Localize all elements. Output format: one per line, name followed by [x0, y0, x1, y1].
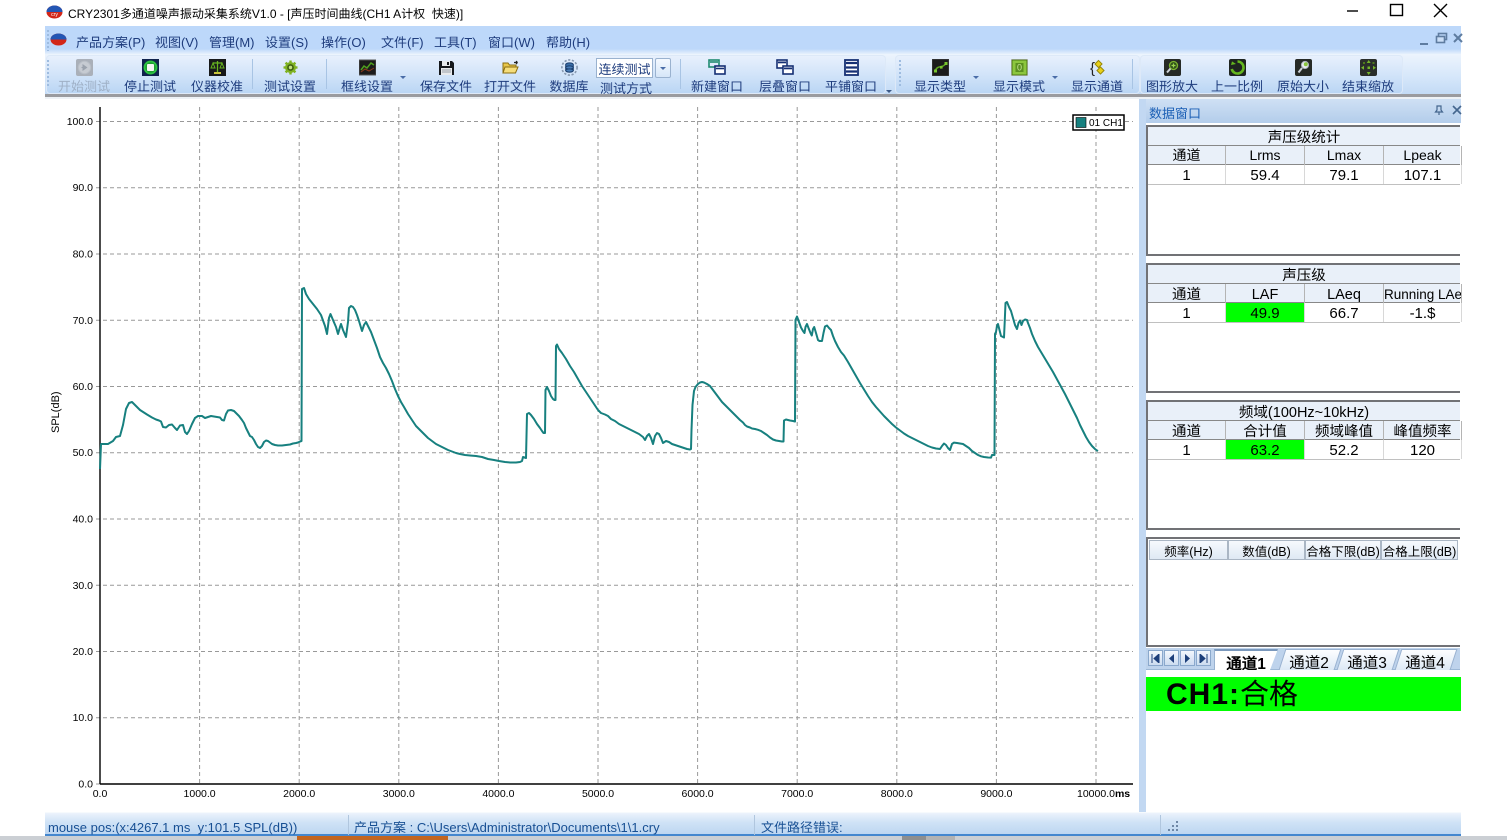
svg-text:0.0: 0.0 [93, 788, 108, 800]
svg-text:10000.0ms: 10000.0ms [1077, 788, 1130, 800]
svg-text:70.0: 70.0 [73, 315, 94, 327]
svg-text:1000.0: 1000.0 [184, 788, 216, 800]
svg-text:7000.0: 7000.0 [781, 788, 813, 800]
svg-text:10.0: 10.0 [73, 712, 94, 724]
svg-text:100.0: 100.0 [67, 116, 93, 128]
svg-text:50.0: 50.0 [73, 447, 94, 459]
svg-text:6000.0: 6000.0 [682, 788, 714, 800]
svg-text:60.0: 60.0 [73, 381, 94, 393]
svg-text:{: { [1090, 60, 1095, 76]
svg-text:SPL(dB): SPL(dB) [50, 391, 62, 433]
svg-text:30.0: 30.0 [73, 580, 94, 592]
svg-text:0.0: 0.0 [78, 779, 93, 791]
svg-text:90.0: 90.0 [73, 182, 94, 194]
svg-text:80.0: 80.0 [73, 249, 94, 261]
svg-text:9000.0: 9000.0 [980, 788, 1012, 800]
svg-text:2000.0: 2000.0 [283, 788, 315, 800]
svg-text:4000.0: 4000.0 [482, 788, 514, 800]
svg-text:01 CH1: 01 CH1 [1089, 118, 1123, 129]
svg-text:cry: cry [51, 11, 58, 18]
svg-text:3000.0: 3000.0 [383, 788, 415, 800]
svg-text:8000.0: 8000.0 [881, 788, 913, 800]
svg-text:5000.0: 5000.0 [582, 788, 614, 800]
svg-text:0: 0 [1016, 63, 1021, 73]
svg-text:40.0: 40.0 [73, 514, 94, 526]
svg-text:20.0: 20.0 [73, 646, 94, 658]
